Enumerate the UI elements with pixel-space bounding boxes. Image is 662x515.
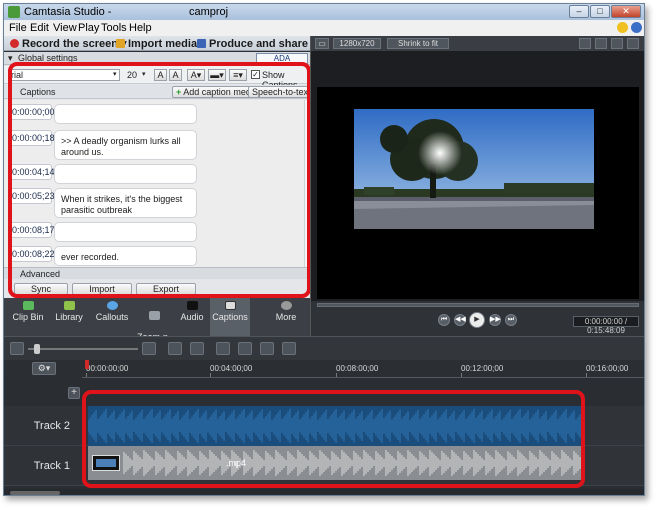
tab-callouts-label: Callouts — [95, 312, 129, 322]
ruler-label: 00:04:00;00 — [210, 364, 253, 373]
ruler-label: 00:16:00;00 — [586, 364, 629, 373]
tab-audio-label: Audio — [180, 312, 204, 322]
timeline-settings-gear-icon[interactable]: ⚙▾ — [32, 362, 56, 375]
detach-icon[interactable]: ▭ — [315, 38, 329, 49]
task-tabs: Clip Bin Library Callouts Zoom-n- Pan Au… — [4, 298, 310, 352]
import-label: Import media — [128, 38, 198, 50]
crop-icon[interactable] — [579, 38, 591, 49]
resolution-dropdown[interactable]: 1280x720 — [333, 38, 381, 49]
timeline-toolbar — [4, 336, 644, 360]
undo-icon[interactable] — [168, 342, 182, 355]
rewind-icon[interactable]: ◀◀ — [454, 314, 466, 326]
redo-icon[interactable] — [190, 342, 204, 355]
tab-clip-bin-label: Clip Bin — [12, 312, 44, 322]
preview-scrubber[interactable] — [317, 303, 639, 307]
time-display: 0:00:00:00 / 0:15:48:09 — [573, 316, 639, 335]
zoom-in-icon[interactable] — [142, 342, 156, 355]
pan-icon[interactable] — [595, 38, 607, 49]
track-2-label: Track 2 — [4, 406, 82, 446]
import-media-button[interactable]: Import media ▾ — [116, 37, 206, 50]
produce-share-button[interactable]: Produce and share ▾ » — [197, 37, 326, 50]
play-icon[interactable]: ▶ — [469, 312, 485, 328]
playback-controls: ⏮ ◀◀ ▶ ▶▶ ⏭ 0:00:00:00 / 0:15:48:09 — [311, 301, 644, 336]
ruler-tick — [336, 373, 337, 377]
timeline-settings-area: ⚙▾ — [4, 360, 82, 378]
zoom-out-icon[interactable] — [10, 342, 24, 355]
timeline-scrollbar[interactable] — [4, 489, 644, 495]
menu-edit[interactable]: Edit — [30, 22, 49, 34]
tab-captions[interactable]: Captions — [210, 298, 250, 336]
tab-library[interactable]: Library — [50, 298, 88, 336]
cut-icon[interactable] — [216, 342, 230, 355]
ruler-label: 00:00:00;00 — [86, 364, 129, 373]
clip-bin-icon — [22, 301, 34, 310]
ruler-tick — [210, 373, 211, 377]
track-1-label: Track 1 — [4, 446, 82, 486]
folder-icon — [116, 39, 125, 48]
tab-zoom-n-pan[interactable]: Zoom-n- Pan — [134, 298, 174, 352]
captions-icon — [224, 301, 236, 310]
tab-clip-bin[interactable]: Clip Bin — [8, 298, 48, 336]
previous-clip-icon[interactable]: ⏮ — [438, 314, 450, 326]
audio-icon — [186, 301, 198, 310]
ruler-label: 00:12:00;00 — [461, 364, 504, 373]
zoom-dropdown[interactable]: Shrink to fit — [387, 38, 449, 49]
camtasia-app-icon — [8, 6, 20, 18]
fast-forward-icon[interactable]: ▶▶ — [489, 314, 501, 326]
captions-highlight-box — [8, 62, 311, 298]
preview-toolbar: ▭ 1280x720 Shrink to fit — [311, 36, 644, 51]
menu-bar: File Edit View Play Tools Help — [4, 20, 644, 36]
timeline-ruler[interactable]: 00:00:00;00 00:04:00;00 00:08:00;00 00:1… — [82, 360, 644, 378]
zoom-slider-handle[interactable] — [34, 344, 40, 354]
minimize-button[interactable]: – — [569, 5, 589, 18]
maximize-button[interactable]: □ — [590, 5, 610, 18]
tab-captions-label: Captions — [212, 312, 248, 322]
detach-preview-icon[interactable] — [627, 38, 639, 49]
timeline-scroll-thumb[interactable] — [10, 491, 60, 495]
tab-callouts[interactable]: Callouts — [92, 298, 132, 336]
menu-play[interactable]: Play — [78, 22, 99, 34]
record-icon — [10, 39, 19, 48]
copy-icon[interactable] — [260, 342, 274, 355]
preview-panel: ▭ 1280x720 Shrink to fit ⏮ ◀◀ ▶ ▶▶ ⏭ 0:0… — [310, 36, 644, 336]
menu-tools[interactable]: Tools — [101, 22, 127, 34]
record-label: Record the screen — [22, 38, 118, 50]
menu-file[interactable]: File — [9, 22, 27, 34]
add-track-icon[interactable]: + — [68, 387, 80, 399]
project-name: camproj — [189, 6, 229, 18]
lightbulb-icon[interactable] — [617, 22, 628, 33]
camtasia-window: Camtasia Studio - camproj – □ ✕ File Edi… — [3, 3, 645, 496]
help-icon[interactable] — [631, 22, 642, 33]
title-bar: Camtasia Studio - camproj – □ ✕ — [4, 4, 644, 20]
paste-icon[interactable] — [282, 342, 296, 355]
playhead[interactable] — [85, 360, 89, 369]
tab-library-label: Library — [55, 312, 83, 322]
close-button[interactable]: ✕ — [611, 5, 641, 18]
produce-label: Produce and share — [209, 38, 309, 50]
zoom-pan-icon — [148, 311, 160, 320]
ruler-tick — [461, 373, 462, 377]
preview-canvas — [317, 87, 639, 299]
tab-more[interactable]: More — [266, 298, 306, 336]
more-icon — [280, 301, 292, 310]
tracks-highlight-box — [82, 390, 585, 488]
ruler-tick — [586, 373, 587, 377]
split-icon[interactable] — [238, 342, 252, 355]
produce-icon — [197, 39, 206, 48]
callouts-icon — [106, 301, 118, 310]
zoom-slider[interactable] — [28, 348, 138, 350]
video-frame-image — [354, 109, 594, 229]
ruler-tick — [86, 373, 87, 377]
fullscreen-icon[interactable] — [611, 38, 623, 49]
tab-audio[interactable]: Audio — [174, 298, 210, 336]
next-clip-icon[interactable]: ⏭ — [505, 314, 517, 326]
tab-more-label: More — [275, 312, 297, 322]
ruler-label: 00:08:00;00 — [336, 364, 379, 373]
app-title: Camtasia Studio - — [24, 6, 112, 18]
menu-help[interactable]: Help — [129, 22, 152, 34]
library-icon — [63, 301, 75, 310]
menu-view[interactable]: View — [53, 22, 77, 34]
record-screen-button[interactable]: Record the screen ▾ — [10, 37, 127, 50]
